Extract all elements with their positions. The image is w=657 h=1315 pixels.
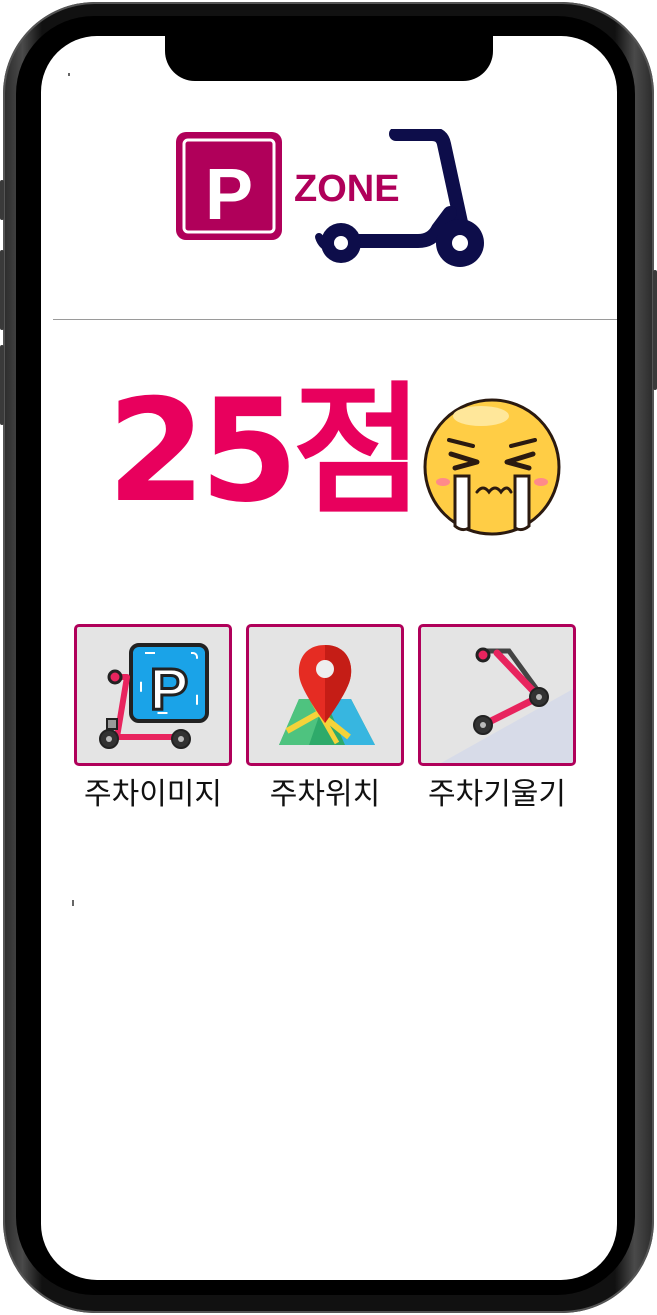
scooter-parking-icon: P	[99, 643, 209, 749]
app-screen: P ZONE 25점 P 주차이미지 주차위치 주차기울기	[41, 36, 617, 1280]
phone-notch	[165, 32, 493, 81]
header-divider	[53, 319, 617, 320]
scooter-tilt-icon	[441, 647, 573, 763]
menu-item-parking-tilt[interactable]: 주차기울기	[418, 624, 576, 813]
menu-label: 주차기울기	[428, 777, 566, 812]
speck	[72, 900, 74, 906]
pzone-logo: P ZONE	[174, 127, 484, 271]
menu-item-parking-image[interactable]: P 주차이미지	[74, 624, 232, 813]
parking-image-tile[interactable]: P	[74, 624, 232, 766]
volume-button-down	[0, 250, 4, 330]
power-button	[653, 270, 657, 390]
parking-tilt-tile[interactable]	[418, 624, 576, 766]
speck	[68, 73, 70, 76]
volume-button-extra	[0, 345, 4, 425]
menu-label: 주차위치	[269, 777, 381, 812]
crying-face-icon	[421, 396, 563, 538]
svg-text:P: P	[150, 657, 189, 722]
parking-location-tile[interactable]	[246, 624, 404, 766]
logo-letter: P	[205, 155, 253, 235]
menu-item-parking-location[interactable]: 주차위치	[246, 624, 404, 813]
volume-button-up	[0, 180, 4, 220]
score-value: 25점	[107, 369, 423, 534]
map-pin-icon	[279, 645, 375, 745]
menu-label: 주차이미지	[84, 777, 222, 812]
logo-word: ZONE	[294, 168, 400, 210]
phone-frame: P ZONE 25점 P 주차이미지 주차위치 주차기울기	[0, 0, 657, 1315]
